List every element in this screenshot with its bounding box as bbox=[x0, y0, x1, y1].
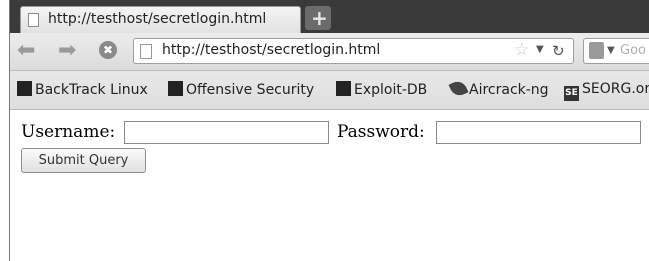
plus-icon: + bbox=[311, 6, 328, 30]
tab-title: http://testhost/secretlogin.html bbox=[48, 11, 267, 27]
bookmark-aircrack-ng[interactable]: Aircrack-ng bbox=[448, 78, 549, 99]
forward-arrow-icon[interactable]: ➡ bbox=[58, 40, 76, 62]
search-bar[interactable]: ▼ Goo bbox=[583, 38, 649, 64]
bookmark-label: Exploit-DB bbox=[354, 82, 428, 98]
password-label: Password: bbox=[337, 122, 425, 142]
offensive-security-icon bbox=[168, 81, 183, 96]
reload-icon[interactable]: ↻ bbox=[552, 42, 565, 60]
bookmarks-toolbar: BackTrack Linux Offensive Security Explo… bbox=[10, 71, 649, 110]
bookmark-seorg[interactable]: SE SEORG.or bbox=[564, 81, 649, 101]
bookmark-exploit-db[interactable]: Exploit-DB bbox=[336, 81, 427, 98]
bookmark-label: Aircrack-ng bbox=[469, 82, 549, 98]
history-dropdown-icon[interactable]: ▼ bbox=[536, 44, 544, 55]
bookmark-label: BackTrack Linux bbox=[35, 82, 148, 98]
search-placeholder[interactable]: Goo bbox=[620, 43, 649, 58]
window-left-edge bbox=[0, 0, 9, 261]
bookmark-star-icon[interactable]: ☆ bbox=[514, 40, 529, 60]
page-favicon-icon bbox=[28, 13, 39, 27]
seorg-icon: SE bbox=[564, 86, 579, 101]
tab-strip: http://testhost/secretlogin.html + bbox=[10, 0, 649, 33]
back-arrow-icon[interactable]: ⬅ bbox=[17, 40, 35, 62]
tab-active[interactable]: http://testhost/secretlogin.html bbox=[20, 6, 301, 33]
aircrack-icon bbox=[448, 78, 469, 99]
username-field[interactable] bbox=[124, 121, 329, 144]
stop-icon[interactable]: ✖ bbox=[99, 41, 117, 59]
page-favicon-icon bbox=[140, 44, 152, 59]
search-engine-dropdown-icon[interactable]: ▼ bbox=[607, 45, 615, 56]
page-content: Username: Password: Submit Query bbox=[10, 110, 649, 261]
search-engine-icon[interactable] bbox=[589, 42, 604, 59]
bookmark-label: SEORG.or bbox=[582, 81, 649, 97]
exploit-db-icon bbox=[336, 81, 351, 96]
bookmark-offensive-security[interactable]: Offensive Security bbox=[168, 81, 314, 98]
new-tab-button[interactable]: + bbox=[305, 6, 331, 30]
bookmark-backtrack[interactable]: BackTrack Linux bbox=[17, 81, 148, 98]
navigation-toolbar: ⬅ ➡ ✖ http://testhost/secretlogin.html ☆… bbox=[10, 33, 649, 71]
submit-button[interactable]: Submit Query bbox=[21, 148, 146, 173]
address-bar[interactable]: http://testhost/secretlogin.html ☆ ▼ ↻ bbox=[133, 38, 574, 64]
backtrack-icon bbox=[17, 81, 32, 96]
bookmark-label: Offensive Security bbox=[186, 82, 315, 98]
password-field[interactable] bbox=[436, 121, 641, 144]
username-label: Username: bbox=[21, 122, 116, 142]
url-text[interactable]: http://testhost/secretlogin.html bbox=[162, 42, 380, 58]
